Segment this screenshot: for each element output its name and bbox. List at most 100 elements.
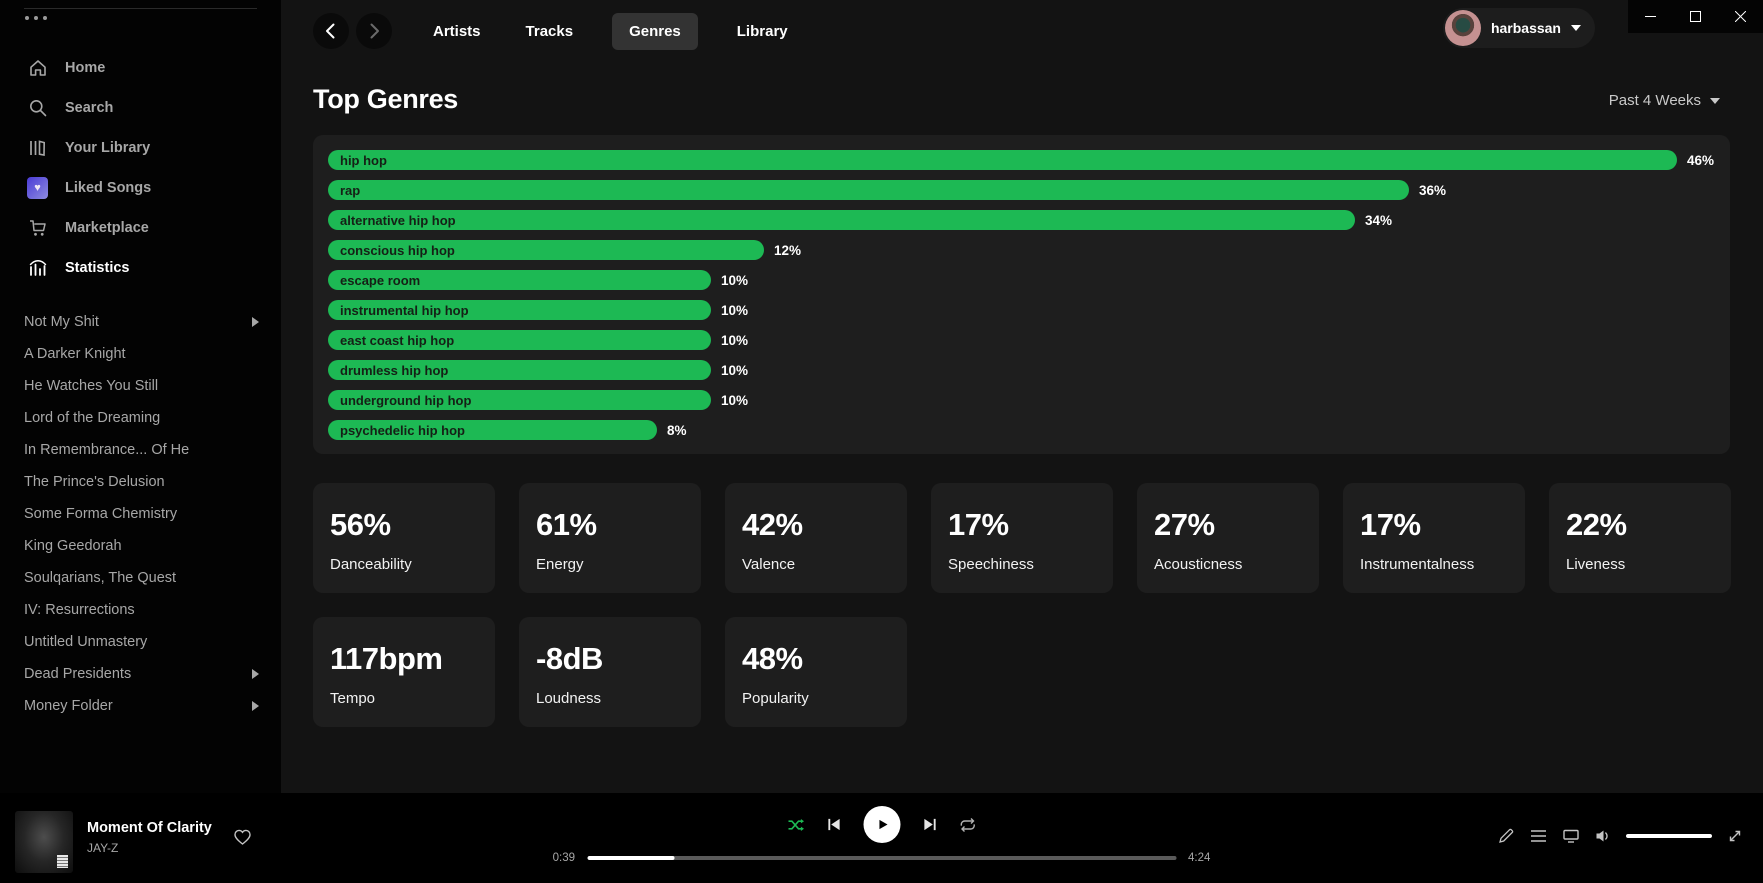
next-button[interactable] bbox=[922, 817, 937, 832]
chevron-down-icon bbox=[1571, 25, 1581, 31]
album-art[interactable] bbox=[15, 811, 73, 873]
avatar bbox=[1445, 10, 1481, 46]
stat-value: 42% bbox=[742, 507, 897, 543]
playlist-label: Untitled Unmastery bbox=[24, 634, 147, 650]
cart-icon bbox=[27, 218, 48, 239]
genre-bar[interactable]: alternative hip hop bbox=[328, 210, 1355, 230]
play-button[interactable] bbox=[863, 806, 900, 843]
window-controls bbox=[1628, 0, 1763, 33]
stat-label: Valence bbox=[742, 556, 897, 573]
playlist-label: Soulqarians, The Quest bbox=[24, 570, 176, 586]
playlist-item-lord-of-the-dreaming[interactable]: Lord of the Dreaming bbox=[0, 402, 281, 434]
stats-tabs: Artists Tracks Genres Library bbox=[427, 12, 794, 50]
lyrics-pencil-icon[interactable] bbox=[1498, 827, 1515, 844]
liked-songs-icon: ♥ bbox=[27, 178, 48, 199]
sidebar-item-statistics[interactable]: Statistics bbox=[0, 248, 281, 288]
playlist-item-iv-resurrections[interactable]: IV: Resurrections bbox=[0, 594, 281, 626]
playlist-item-the-prince-s-delusion[interactable]: The Prince's Delusion bbox=[0, 466, 281, 498]
playlist-item-a-darker-knight[interactable]: A Darker Knight bbox=[0, 338, 281, 370]
genre-bar[interactable]: hip hop bbox=[328, 150, 1677, 170]
search-icon bbox=[27, 98, 48, 119]
close-button[interactable] bbox=[1718, 0, 1763, 33]
tab-label: Library bbox=[737, 23, 788, 40]
volume-icon[interactable] bbox=[1595, 828, 1611, 844]
genre-bar[interactable]: escape room bbox=[328, 270, 711, 290]
playlist-item-soulqarians-the-quest[interactable]: Soulqarians, The Quest bbox=[0, 562, 281, 594]
volume-slider[interactable] bbox=[1626, 834, 1712, 838]
sidebar-item-label: Search bbox=[65, 100, 113, 116]
stat-card-tempo: 117bpm Tempo bbox=[313, 617, 495, 727]
sidebar: Home Search Your Library ♥ Liked Songs bbox=[0, 0, 281, 793]
time-range-dropdown[interactable]: Past 4 Weeks bbox=[1609, 92, 1720, 109]
total-time: 4:24 bbox=[1188, 852, 1214, 864]
connect-device-icon[interactable] bbox=[1562, 828, 1580, 844]
chevron-right-icon bbox=[252, 317, 259, 327]
maximize-button[interactable] bbox=[1673, 0, 1718, 33]
playlist-item-in-remembrance-of-he[interactable]: In Remembrance... Of He bbox=[0, 434, 281, 466]
genre-bar[interactable]: drumless hip hop bbox=[328, 360, 711, 380]
queue-icon[interactable] bbox=[1530, 828, 1547, 844]
playlist-item-not-my-shit[interactable]: Not My Shit bbox=[0, 306, 281, 338]
stat-card-energy: 61% Energy bbox=[519, 483, 701, 593]
playlist-item-dead-presidents[interactable]: Dead Presidents bbox=[0, 658, 281, 690]
genre-bar[interactable]: psychedelic hip hop bbox=[328, 420, 657, 440]
fullscreen-icon[interactable] bbox=[1727, 828, 1743, 844]
audio-feature-cards: 56% Danceability 61% Energy 42% Valence … bbox=[313, 483, 1731, 727]
genre-bar[interactable]: rap bbox=[328, 180, 1409, 200]
genre-bar-value: 10% bbox=[721, 393, 748, 408]
playlist-item-king-geedorah[interactable]: King Geedorah bbox=[0, 530, 281, 562]
sidebar-menu: Home Search Your Library ♥ Liked Songs bbox=[0, 48, 281, 288]
previous-button[interactable] bbox=[826, 817, 841, 832]
tab-genres[interactable]: Genres bbox=[612, 13, 698, 50]
window-menu-icon[interactable] bbox=[25, 16, 47, 20]
genre-bar[interactable]: instrumental hip hop bbox=[328, 300, 711, 320]
sidebar-item-home[interactable]: Home bbox=[0, 48, 281, 88]
like-button[interactable] bbox=[233, 828, 252, 851]
minimize-button[interactable] bbox=[1628, 0, 1673, 33]
sidebar-item-search[interactable]: Search bbox=[0, 88, 281, 128]
back-button[interactable] bbox=[313, 13, 349, 49]
sidebar-item-liked-songs[interactable]: ♥ Liked Songs bbox=[0, 168, 281, 208]
player-bar: Moment Of Clarity JAY-Z 0:39 bbox=[0, 793, 1763, 883]
playlist-label: IV: Resurrections bbox=[24, 602, 135, 618]
sidebar-item-your-library[interactable]: Your Library bbox=[0, 128, 281, 168]
playlist-item-he-watches-you-still[interactable]: He Watches You Still bbox=[0, 370, 281, 402]
genre-bar-row: conscious hip hop 12% bbox=[328, 240, 1715, 260]
tab-artists[interactable]: Artists bbox=[427, 23, 487, 40]
playlist-item-untitled-unmastery[interactable]: Untitled Unmastery bbox=[0, 626, 281, 658]
genre-bar-value: 36% bbox=[1419, 183, 1446, 198]
stat-card-popularity: 48% Popularity bbox=[725, 617, 907, 727]
tab-library[interactable]: Library bbox=[731, 23, 794, 40]
playlist-label: The Prince's Delusion bbox=[24, 474, 165, 490]
stat-label: Liveness bbox=[1566, 556, 1721, 573]
playlist-label: Some Forma Chemistry bbox=[24, 506, 177, 522]
track-title[interactable]: Moment Of Clarity bbox=[87, 820, 212, 836]
sidebar-item-label: Home bbox=[65, 60, 105, 76]
stat-value: 17% bbox=[1360, 507, 1515, 543]
stat-value: 117bpm bbox=[330, 641, 485, 677]
forward-button[interactable] bbox=[356, 13, 392, 49]
tab-tracks[interactable]: Tracks bbox=[520, 23, 580, 40]
genre-bar-label: drumless hip hop bbox=[340, 363, 448, 378]
playlist-item-some-forma-chemistry[interactable]: Some Forma Chemistry bbox=[0, 498, 281, 530]
shuffle-button[interactable] bbox=[787, 817, 804, 833]
playlist-item-money-folder[interactable]: Money Folder bbox=[0, 690, 281, 722]
genre-bar[interactable]: east coast hip hop bbox=[328, 330, 711, 350]
progress-bar[interactable] bbox=[587, 856, 1176, 860]
sidebar-playlists: Not My Shit A Darker Knight He Watches Y… bbox=[0, 306, 281, 722]
track-artist[interactable]: JAY-Z bbox=[87, 841, 212, 855]
sidebar-item-marketplace[interactable]: Marketplace bbox=[0, 208, 281, 248]
stat-value: 27% bbox=[1154, 507, 1309, 543]
genre-bar-row: hip hop 46% bbox=[328, 150, 1715, 170]
genre-bar-row: psychedelic hip hop 8% bbox=[328, 420, 1715, 440]
genre-bar-row: east coast hip hop 10% bbox=[328, 330, 1715, 350]
repeat-button[interactable] bbox=[959, 817, 976, 833]
chevron-down-icon bbox=[1710, 98, 1720, 104]
genre-bar[interactable]: conscious hip hop bbox=[328, 240, 764, 260]
stat-label: Acousticness bbox=[1154, 556, 1309, 573]
genre-bar[interactable]: underground hip hop bbox=[328, 390, 711, 410]
volume-fill bbox=[1626, 834, 1712, 838]
playlist-label: In Remembrance... Of He bbox=[24, 442, 189, 458]
app-window: Home Search Your Library ♥ Liked Songs bbox=[0, 0, 1763, 883]
user-menu[interactable]: harbassan bbox=[1443, 8, 1595, 48]
